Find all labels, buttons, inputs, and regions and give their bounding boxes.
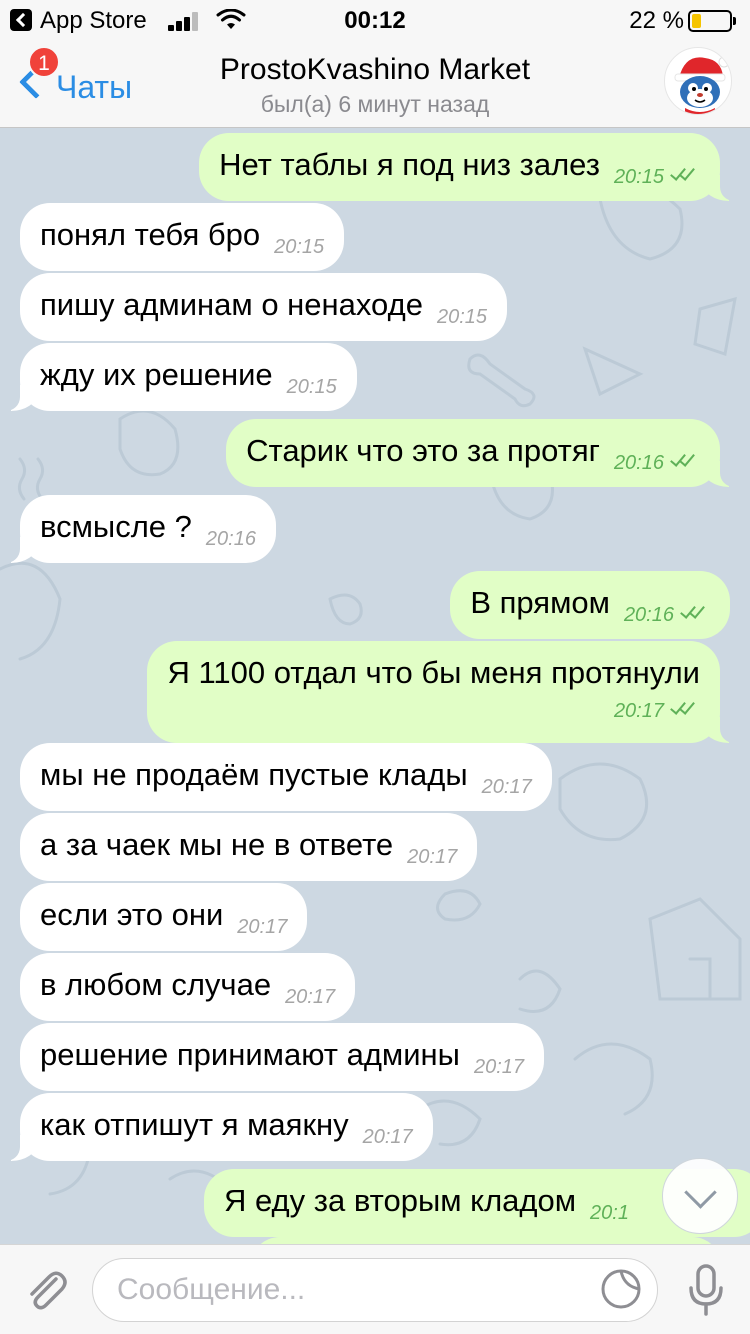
message-text: всмысле ? — [40, 509, 192, 544]
message-time: 20:16 — [205, 528, 256, 550]
message-time: 20:17 — [473, 1056, 525, 1078]
sticker-icon[interactable] — [600, 1268, 642, 1310]
double-check-icon — [680, 602, 710, 622]
message-text: в любом случае — [40, 967, 272, 1002]
double-check-icon — [670, 164, 700, 184]
message-time: 20:17 — [407, 846, 458, 868]
message-text: понял тебя бро — [40, 217, 261, 252]
avatar[interactable] — [664, 47, 732, 115]
microphone-icon[interactable] — [686, 1263, 726, 1317]
message-bubble-incoming[interactable]: если это они 20:17 — [20, 883, 308, 951]
message-text: Я 1100 отдал что бы меня протянули — [167, 655, 700, 690]
status-bar: App Store 00:12 22 % — [0, 0, 750, 40]
battery-icon — [688, 10, 736, 32]
double-check-icon — [670, 450, 700, 470]
message-bubble-outgoing[interactable]: В прямом 20:16 — [450, 571, 730, 639]
message-time: 20:17 — [285, 986, 336, 1008]
message-time: 20:15 — [274, 236, 325, 258]
message-bubble-incoming[interactable]: понял тебя бро 20:15 — [20, 203, 345, 271]
message-text: Старик что это за протяг — [246, 433, 600, 468]
last-seen-status: был(а) 6 минут назад — [260, 91, 490, 117]
chat-header: Чаты 1 ProstoKvashino Market был(а) 6 ми… — [0, 40, 750, 128]
message-bubble-outgoing[interactable]: Я 1100 отдал что бы меня протянули 20:17 — [147, 641, 742, 743]
message-composer — [0, 1244, 750, 1334]
message-time: 20:1 — [590, 1202, 629, 1224]
message-text: как отпишут я маякну — [40, 1107, 349, 1142]
message-text: если это они — [40, 897, 224, 932]
message-time: 20:15 — [614, 159, 700, 195]
message-bubble-outgoing[interactable]: Нет таблы я под низ залез 20:15 — [199, 133, 742, 201]
message-text: а за чаек мы не в ответе — [40, 827, 394, 862]
message-bubble-incoming[interactable]: пишу админам о ненаходе 20:15 — [20, 273, 508, 341]
cat-avatar-icon — [674, 56, 730, 114]
scroll-down-button[interactable] — [662, 1158, 738, 1234]
message-time: 20:17 — [237, 916, 288, 938]
message-bubble-outgoing[interactable] — [250, 1237, 722, 1244]
paperclip-icon[interactable] — [22, 1265, 70, 1313]
battery-percent: 22 % — [629, 7, 684, 34]
message-text: Нет таблы я под низ залез — [219, 147, 600, 182]
message-bubble-incoming[interactable]: как отпишут я маякну 20:17 — [0, 1093, 433, 1161]
message-time: 20:15 — [286, 376, 337, 398]
message-text: мы не продаём пустые клады — [40, 757, 468, 792]
message-bubble-incoming[interactable]: мы не продаём пустые клады 20:17 — [20, 743, 552, 811]
double-check-icon — [670, 698, 700, 718]
message-text: пишу админам о ненаходе — [40, 287, 423, 322]
message-time: 20:17 — [362, 1126, 413, 1148]
message-list[interactable]: Нет таблы я под низ залез 20:15 понял теб… — [0, 129, 750, 1244]
message-bubble-incoming[interactable]: а за чаек мы не в ответе 20:17 — [20, 813, 478, 881]
message-time: 20:17 — [481, 776, 532, 798]
message-bubble-incoming[interactable]: всмысле ? 20:16 — [0, 495, 276, 563]
message-text: решение принимают админы — [40, 1037, 460, 1072]
message-bubble-incoming[interactable]: решение принимают админы 20:17 — [20, 1023, 545, 1091]
message-time: 20:16 — [624, 597, 710, 633]
message-time: 20:15 — [436, 306, 488, 328]
message-text: жду их решение — [40, 357, 273, 392]
message-bubble-incoming[interactable]: в любом случае 20:17 — [20, 953, 356, 1021]
message-bubble-outgoing[interactable]: Старик что это за протяг 20:16 — [226, 419, 742, 487]
message-time: 20:17 — [181, 693, 700, 729]
message-text: В прямом — [470, 585, 610, 620]
message-input[interactable] — [92, 1258, 658, 1322]
message-time: 20:16 — [614, 445, 700, 481]
message-bubble-incoming[interactable]: жду их решение 20:15 — [0, 343, 357, 411]
message-text: Я еду за вторым кладом — [224, 1183, 577, 1218]
chat-title[interactable]: ProstoKvashino Market — [0, 53, 750, 87]
